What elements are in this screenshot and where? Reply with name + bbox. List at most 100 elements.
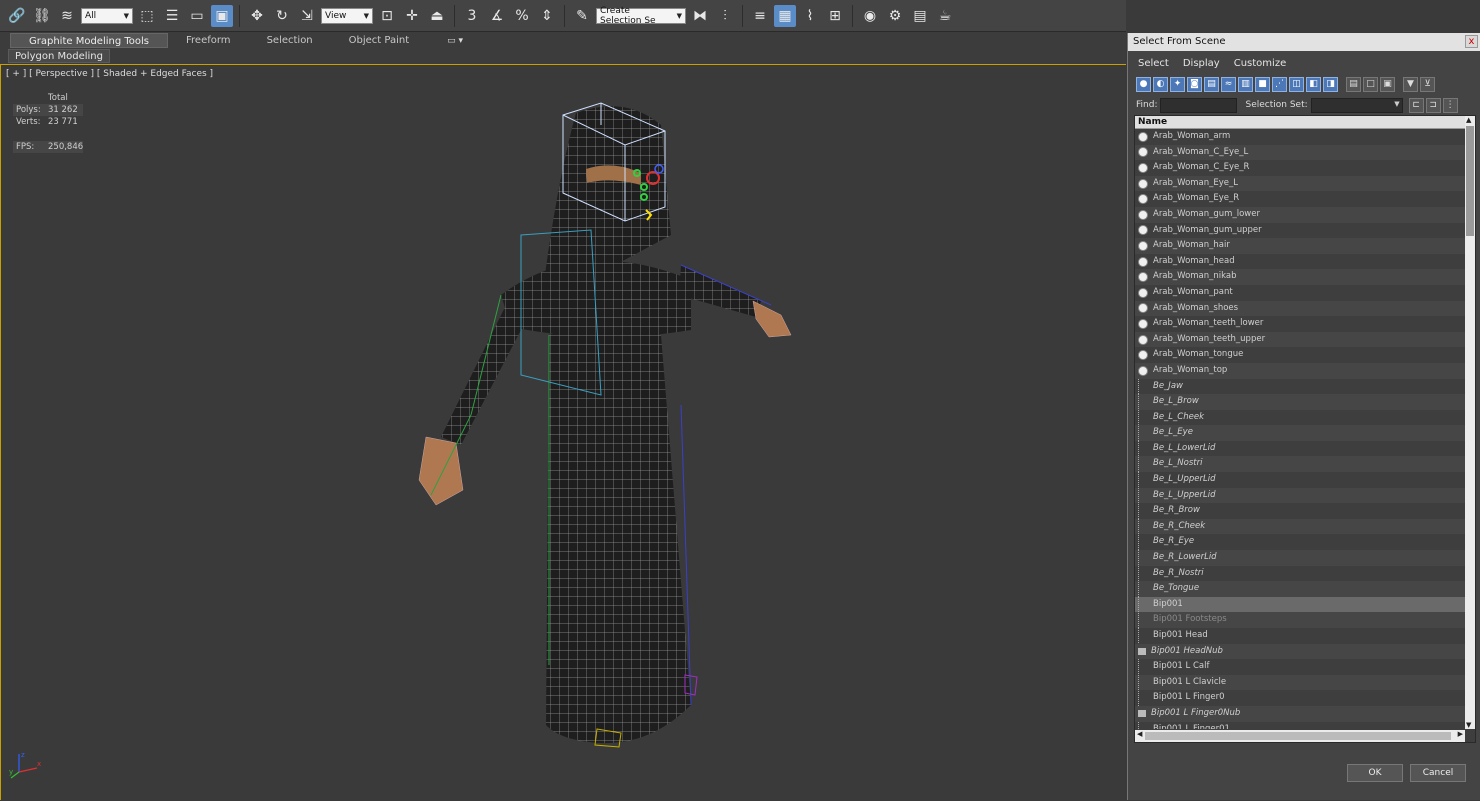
scroll-right-icon[interactable]: ▶ xyxy=(1458,730,1463,738)
list-item[interactable]: Be_L_UpperLid xyxy=(1135,487,1465,504)
find-input[interactable] xyxy=(1160,97,1238,113)
list-item[interactable]: Arab_Woman_teeth_lower xyxy=(1135,316,1465,332)
render-setup-icon[interactable]: ⚙ xyxy=(884,5,906,27)
list-item[interactable]: Bip001 Head xyxy=(1135,628,1465,644)
display-invert-icon[interactable]: ▣ xyxy=(1380,76,1395,92)
select-manipulate-icon[interactable]: ✛ xyxy=(401,5,423,27)
display-helpers-icon[interactable]: ▤ xyxy=(1204,76,1219,92)
display-geometry-icon[interactable]: ● xyxy=(1136,76,1151,92)
selection-filter-dropdown[interactable]: All ▼ xyxy=(81,7,133,24)
polygon-modeling-panel[interactable]: Polygon Modeling xyxy=(8,49,110,63)
list-item[interactable]: Arab_Woman_C_Eye_L xyxy=(1135,144,1465,161)
close-icon[interactable]: x xyxy=(1465,35,1478,48)
menu-select[interactable]: Select xyxy=(1138,58,1169,69)
tab-object-paint[interactable]: Object Paint xyxy=(331,33,428,48)
reference-coord-dropdown[interactable]: View ▼ xyxy=(321,7,373,24)
list-item[interactable]: Be_L_Cheek xyxy=(1135,409,1465,426)
material-editor-icon[interactable]: ◉ xyxy=(859,5,881,27)
list-item[interactable]: Bip001 L Calf xyxy=(1135,659,1465,675)
list-item[interactable]: Arab_Woman_Eye_R xyxy=(1135,191,1465,207)
cancel-button[interactable]: Cancel xyxy=(1410,764,1466,782)
list-item[interactable]: Arab_Woman_gum_upper xyxy=(1135,223,1465,239)
window-crossing-icon[interactable]: ▣ xyxy=(211,4,233,27)
display-spacewarps-icon[interactable]: ≈ xyxy=(1221,76,1236,92)
graphite-toggle-icon[interactable]: ▦ xyxy=(774,4,796,27)
percent-snap-icon[interactable]: % xyxy=(511,5,533,27)
display-xrefs-icon[interactable]: ■ xyxy=(1255,76,1270,92)
named-selection-dropdown[interactable]: Create Selection Se ▼ xyxy=(596,6,686,26)
snap-toggle-icon[interactable]: 3 xyxy=(461,5,483,27)
list-item[interactable]: Be_L_UpperLid xyxy=(1135,472,1465,488)
layer-manager-icon[interactable]: ≡ xyxy=(749,5,771,27)
list-item[interactable]: Arab_Woman_gum_lower xyxy=(1135,206,1465,223)
scale-icon[interactable]: ⇲ xyxy=(296,5,318,27)
display-hidden-icon[interactable]: ◨ xyxy=(1323,76,1338,92)
select-dependents-icon[interactable]: ⊐ xyxy=(1425,97,1441,113)
filter-icon[interactable]: ▼ xyxy=(1403,76,1418,92)
list-item[interactable]: Be_Jaw xyxy=(1135,378,1465,395)
list-item[interactable]: Be_R_Cheek xyxy=(1135,518,1465,535)
keyboard-shortcut-icon[interactable]: ⏏ xyxy=(426,5,448,27)
scroll-thumb-horizontal[interactable] xyxy=(1145,732,1451,740)
list-item[interactable]: Be_L_Brow xyxy=(1135,394,1465,410)
list-item[interactable]: Bip001 HeadNub xyxy=(1135,643,1465,660)
rotate-icon[interactable]: ↻ xyxy=(271,5,293,27)
list-item[interactable]: Bip001 xyxy=(1135,596,1465,613)
scroll-left-icon[interactable]: ◀ xyxy=(1137,730,1142,738)
select-children-icon[interactable]: ⊏ xyxy=(1408,97,1424,113)
tab-graphite-modeling-tools[interactable]: Graphite Modeling Tools xyxy=(10,33,169,48)
scroll-thumb[interactable] xyxy=(1466,126,1474,236)
scroll-down-icon[interactable]: ▼ xyxy=(1466,721,1471,729)
selection-set-dropdown[interactable]: ▼ xyxy=(1310,97,1403,113)
display-bones-icon[interactable]: ⋰ xyxy=(1272,76,1287,92)
display-cameras-icon[interactable]: ◙ xyxy=(1187,76,1202,92)
tab-freeform[interactable]: Freeform xyxy=(168,33,249,48)
display-all-icon[interactable]: ▤ xyxy=(1346,76,1361,92)
list-item[interactable]: Be_R_LowerLid xyxy=(1135,550,1465,566)
list-item[interactable]: Bip001 L Clavicle xyxy=(1135,674,1465,691)
perspective-viewport[interactable]: [ + ] [ Perspective ] [ Shaded + Edged F… xyxy=(0,64,1126,800)
list-item[interactable]: Arab_Woman_C_Eye_R xyxy=(1135,160,1465,176)
move-icon[interactable]: ✥ xyxy=(246,5,268,27)
character-model[interactable] xyxy=(1,65,1127,801)
list-item[interactable]: Bip001 L Finger0 xyxy=(1135,690,1465,706)
list-item[interactable]: Arab_Woman_head xyxy=(1135,254,1465,270)
schematic-view-icon[interactable]: ⊞ xyxy=(824,5,846,27)
list-item[interactable]: Arab_Woman_tongue xyxy=(1135,347,1465,363)
bind-spacewarp-icon[interactable]: ≋ xyxy=(56,5,78,27)
pivot-center-icon[interactable]: ⊡ xyxy=(376,5,398,27)
list-item[interactable]: Arab_Woman_hair xyxy=(1135,238,1465,254)
edit-named-selection-icon[interactable]: ✎ xyxy=(571,5,593,27)
select-by-name-icon[interactable]: ☰ xyxy=(161,5,183,27)
select-object-icon[interactable]: ⬚ xyxy=(136,5,158,27)
display-groups-icon[interactable]: ▥ xyxy=(1238,76,1253,92)
list-item[interactable]: Be_R_Nostri xyxy=(1135,565,1465,582)
filter-options-icon[interactable]: ⊻ xyxy=(1420,76,1435,92)
column-header-name[interactable]: Name xyxy=(1135,116,1475,129)
link-icon[interactable]: 🔗 xyxy=(6,5,28,27)
mirror-icon[interactable]: ⧓ xyxy=(689,5,711,27)
menu-display[interactable]: Display xyxy=(1183,58,1220,69)
horizontal-scrollbar[interactable]: ◀ ▶ xyxy=(1135,730,1465,742)
tab-selection[interactable]: Selection xyxy=(249,33,331,48)
list-item[interactable]: Arab_Woman_teeth_upper xyxy=(1135,331,1465,348)
list-item[interactable]: Be_Tongue xyxy=(1135,581,1465,597)
display-containers-icon[interactable]: ◫ xyxy=(1289,76,1304,92)
display-frozen-icon[interactable]: ◧ xyxy=(1306,76,1321,92)
list-item[interactable]: Be_R_Brow xyxy=(1135,503,1465,519)
ribbon-options-icon[interactable]: ▭ ▾ xyxy=(447,36,463,46)
display-lights-icon[interactable]: ✦ xyxy=(1170,76,1185,92)
dialog-title-bar[interactable]: Select From Scene x xyxy=(1128,33,1480,51)
unlink-icon[interactable]: ⛓ xyxy=(31,5,53,27)
list-item[interactable]: Be_L_LowerLid xyxy=(1135,441,1465,457)
list-item[interactable]: Bip001 L Finger0Nub xyxy=(1135,705,1465,722)
spinner-snap-icon[interactable]: ⇕ xyxy=(536,5,558,27)
list-item[interactable]: Arab_Woman_top xyxy=(1135,362,1465,379)
list-item[interactable]: Arab_Woman_pant xyxy=(1135,285,1465,301)
list-item[interactable]: Arab_Woman_nikab xyxy=(1135,269,1465,285)
render-teapot-icon[interactable]: ☕ xyxy=(934,5,956,27)
select-influences-icon[interactable]: ⋮ xyxy=(1442,97,1458,113)
scroll-up-icon[interactable]: ▲ xyxy=(1466,116,1471,124)
ok-button[interactable]: OK xyxy=(1347,764,1403,782)
align-icon[interactable]: ⫶ xyxy=(714,5,736,27)
